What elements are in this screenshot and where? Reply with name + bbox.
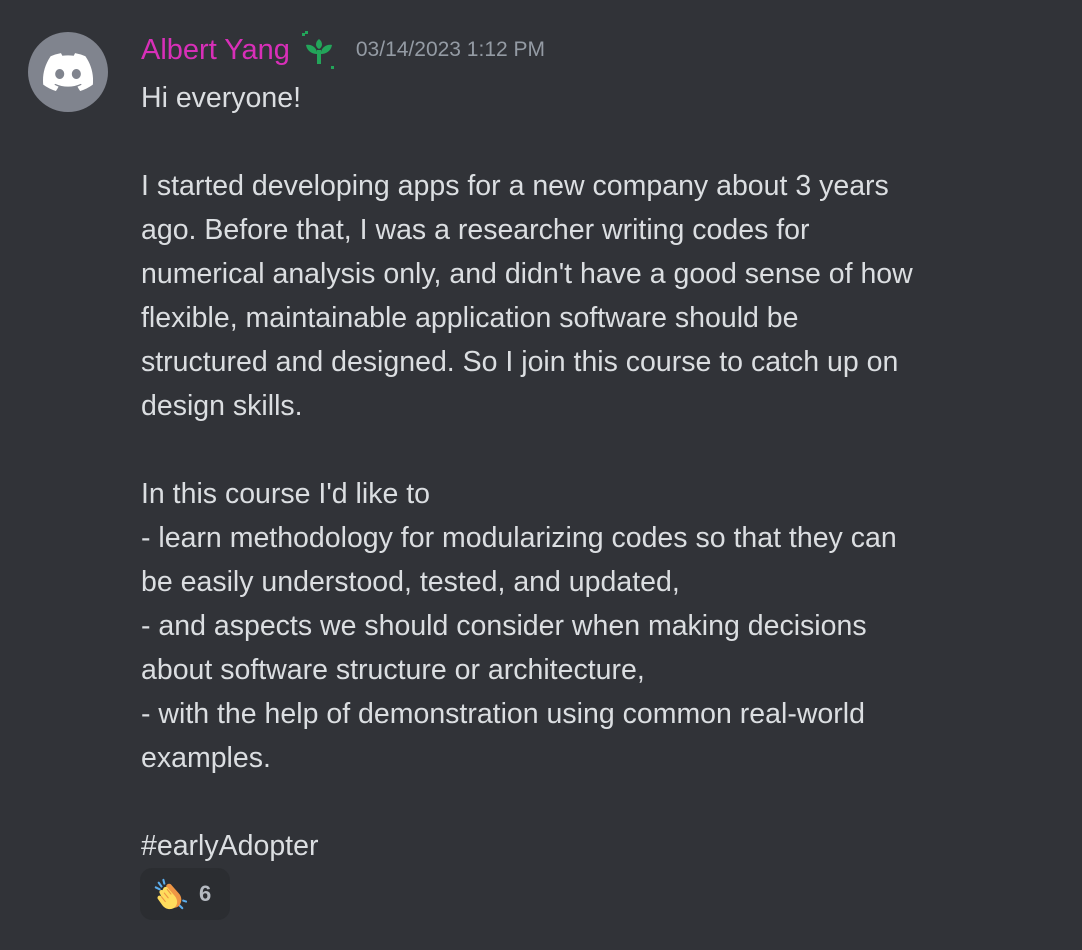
reaction-count: 6 xyxy=(199,881,212,906)
sprout-icon xyxy=(301,31,334,69)
message-blank-line xyxy=(141,428,1021,472)
message-header: Albert Yang 03/14/2023 1:12 PM xyxy=(141,28,545,72)
message-line: Hi everyone! xyxy=(141,82,301,114)
message-line: structured and designed. So I join this … xyxy=(141,346,899,378)
timestamp: 03/14/2023 1:12 PM xyxy=(355,38,546,61)
message-blank-line xyxy=(141,120,1021,164)
message-line: - learn methodology for modularizing cod… xyxy=(141,522,897,554)
clapping-hands-icon xyxy=(154,878,187,910)
discord-logo-icon xyxy=(43,53,93,91)
message-content: Hi everyone! I started developing apps f… xyxy=(141,76,1021,868)
message-line: be easily understood, tested, and update… xyxy=(141,566,680,598)
author-name[interactable]: Albert Yang xyxy=(141,34,290,67)
message-line: about software structure or architecture… xyxy=(141,654,645,686)
message-line: flexible, maintainable application softw… xyxy=(141,302,799,334)
avatar[interactable] xyxy=(28,32,108,112)
chat-message: Albert Yang 03/14/2023 1:12 PM Hi everyo… xyxy=(0,0,1082,950)
reaction-button[interactable]: 6 xyxy=(140,868,230,920)
message-line: examples. xyxy=(141,742,271,774)
message-line: - with the help of demonstration using c… xyxy=(141,698,865,730)
message-line: In this course I'd like to xyxy=(141,478,430,510)
message-line: design skills. xyxy=(141,390,303,422)
hashtag-line: #earlyAdopter xyxy=(141,830,319,862)
message-line: ago. Before that, I was a researcher wri… xyxy=(141,214,810,246)
message-line: - and aspects we should consider when ma… xyxy=(141,610,867,642)
message-blank-line xyxy=(141,780,1021,824)
message-line: I started developing apps for a new comp… xyxy=(141,170,889,202)
message-line: numerical analysis only, and didn't have… xyxy=(141,258,913,290)
